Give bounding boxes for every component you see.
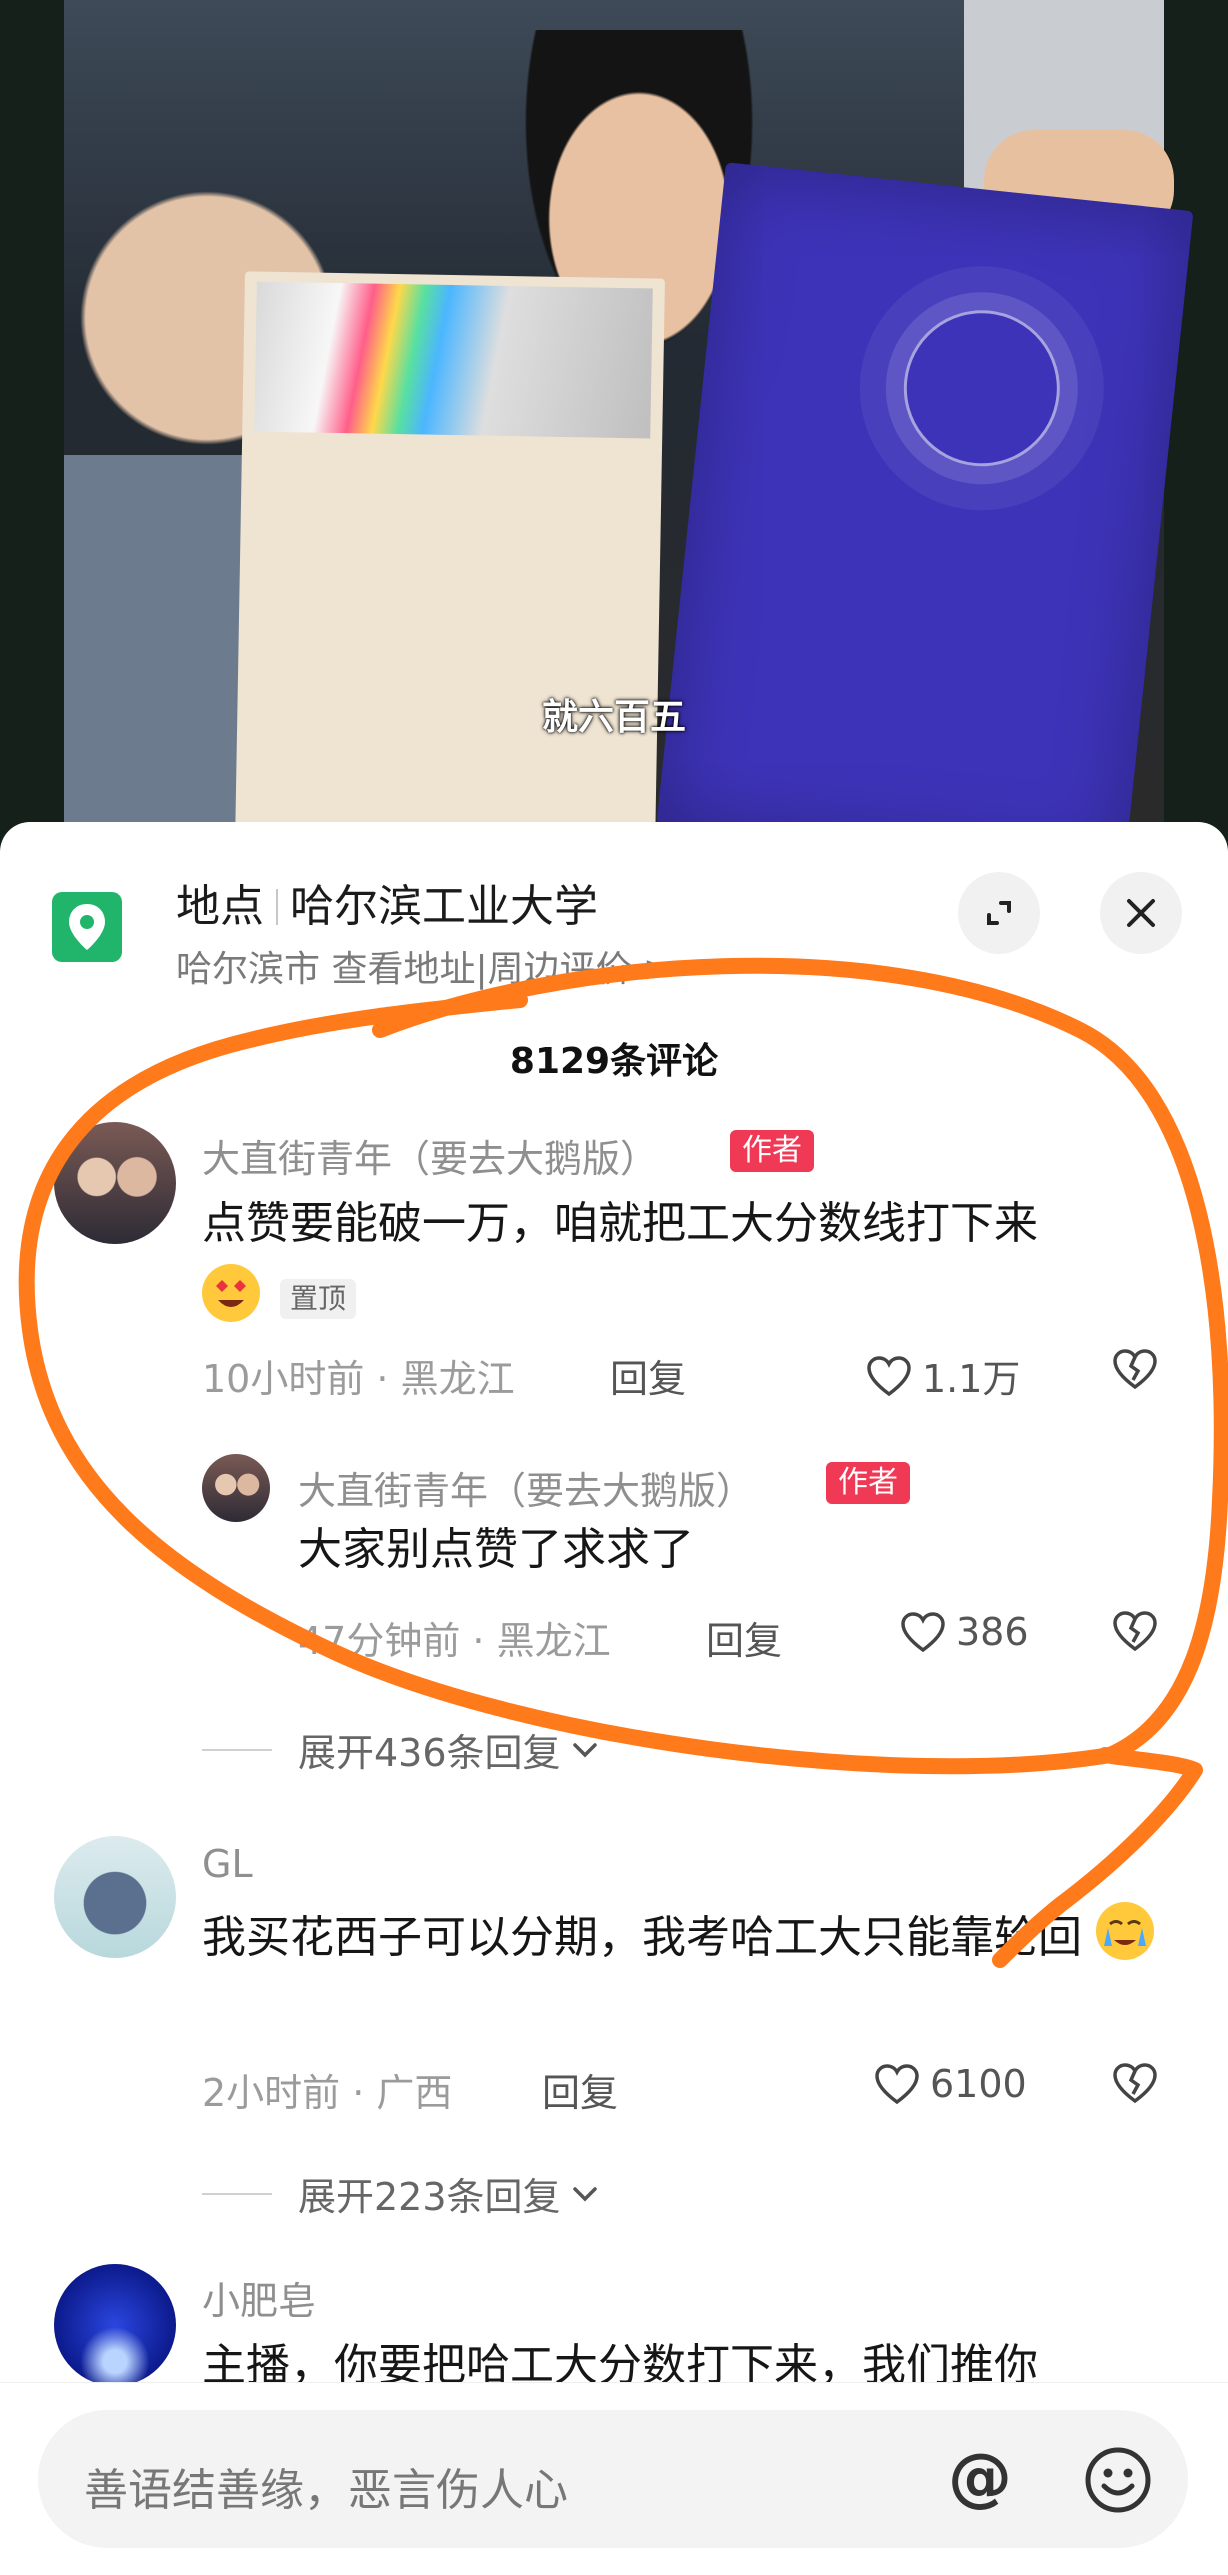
like-count: 6100 (930, 2062, 1027, 2106)
expand-divider (202, 2192, 272, 2195)
chevron-down-icon (572, 2186, 597, 2201)
avatar[interactable] (54, 1836, 176, 1958)
heart-icon (901, 1612, 945, 1653)
reply-text[interactable]: 大家别点赞了求求了 (298, 1512, 694, 1588)
pinned-tag: 置顶 (280, 1279, 357, 1319)
holographic-lid (254, 281, 653, 439)
emoji-button[interactable] (1084, 2446, 1152, 2518)
reply-button[interactable]: 回复 (542, 2062, 618, 2117)
comment-username[interactable]: 大直街青年（要去大鹅版） (202, 1128, 658, 1183)
author-badge: 作者 (730, 1130, 814, 1172)
like-count: 1.1万 (922, 1357, 1021, 1401)
close-icon (1127, 899, 1155, 927)
close-button[interactable] (1100, 872, 1182, 954)
like-button[interactable]: 386 (900, 1610, 1029, 1654)
expand-replies-label: 展开436条回复 (298, 1731, 561, 1775)
heart-eyes-emoji-icon (202, 1264, 260, 1322)
comment-input-placeholder: 善语结善缘，恶言伤人心 (84, 2465, 568, 2516)
expand-replies-label: 展开223条回复 (298, 2175, 561, 2219)
mention-button[interactable]: @ (948, 2440, 1012, 2516)
location-address-link[interactable]: 哈尔滨市 查看地址|周边评价 > (176, 940, 673, 992)
location-title[interactable]: 地点 哈尔滨工业大学 (176, 870, 598, 934)
location-pin-icon[interactable] (52, 892, 122, 962)
comment-meta: 10小时前 · 黑龙江 (202, 1357, 515, 1401)
video-subtitle: 就六百五 (541, 697, 686, 738)
expand-divider (202, 1748, 272, 1751)
university-emblem (896, 302, 1068, 474)
heart-icon (875, 2064, 919, 2105)
smile-icon (1085, 2447, 1151, 2513)
chevron-down-icon (572, 1742, 597, 1757)
comment-input[interactable]: 善语结善缘，恶言伤人心 @ (38, 2410, 1188, 2548)
comment-text-content: 我买花西子可以分期，我考哈工大只能靠轮回 (202, 1912, 1082, 1963)
reply-button[interactable]: 回复 (610, 1348, 686, 1403)
dislike-button[interactable] (1112, 1610, 1158, 1656)
like-count: 386 (956, 1610, 1029, 1654)
avatar[interactable] (54, 1122, 176, 1244)
location-place: 哈尔滨工业大学 (290, 881, 598, 932)
heart-icon (867, 1355, 911, 1396)
comment-count: 8129条评论 (509, 1041, 719, 1082)
expand-button[interactable] (958, 872, 1040, 954)
dislike-button[interactable] (1112, 2062, 1158, 2108)
author-badge: 作者 (826, 1462, 910, 1504)
comment-username[interactable]: 小肥皂 (202, 2270, 316, 2325)
video-player[interactable]: 就六百五 (0, 0, 1228, 850)
expand-replies-button[interactable]: 展开436条回复 (202, 1722, 603, 1777)
expand-replies-button[interactable]: 展开223条回复 (202, 2166, 603, 2221)
location-label: 地点 (176, 881, 264, 932)
avatar[interactable] (54, 2264, 176, 2386)
reply-button[interactable]: 回复 (706, 1610, 782, 1665)
comment-text[interactable]: 我买花西子可以分期，我考哈工大只能靠轮回 (202, 1900, 1182, 1976)
comment-sheet: 地点 哈尔滨工业大学 哈尔滨市 查看地址|周边评价 > 8129条评论 大直街青年… (0, 822, 1228, 2575)
input-divider (0, 2382, 1228, 2383)
like-button[interactable]: 1.1万 (866, 1348, 1020, 1403)
comment-text[interactable]: 点赞要能破一万，咱就把工大分数线打下来 置顶 (202, 1186, 1182, 1338)
broken-heart-icon (1113, 1349, 1157, 1390)
reply-meta: 47分钟前 · 黑龙江 (298, 1619, 611, 1663)
like-button[interactable]: 6100 (874, 2062, 1027, 2106)
reply-username[interactable]: 大直街青年（要去大鹅版） (298, 1460, 754, 1515)
comment-meta: 2小时前 · 广西 (202, 2071, 453, 2115)
video-cream-gift-box (235, 271, 665, 850)
video-blue-admission-box (656, 162, 1194, 850)
comment-text-content: 点赞要能破一万，咱就把工大分数线打下来 (202, 1198, 1038, 1249)
crying-emoji-icon (1096, 1902, 1154, 1960)
expand-icon (987, 901, 1011, 925)
comment-username[interactable]: GL (202, 1842, 253, 1886)
broken-heart-icon (1113, 2063, 1157, 2104)
dislike-button[interactable] (1112, 1348, 1158, 1394)
title-divider (276, 889, 278, 925)
reply-avatar[interactable] (202, 1454, 270, 1522)
broken-heart-icon (1113, 1611, 1157, 1652)
